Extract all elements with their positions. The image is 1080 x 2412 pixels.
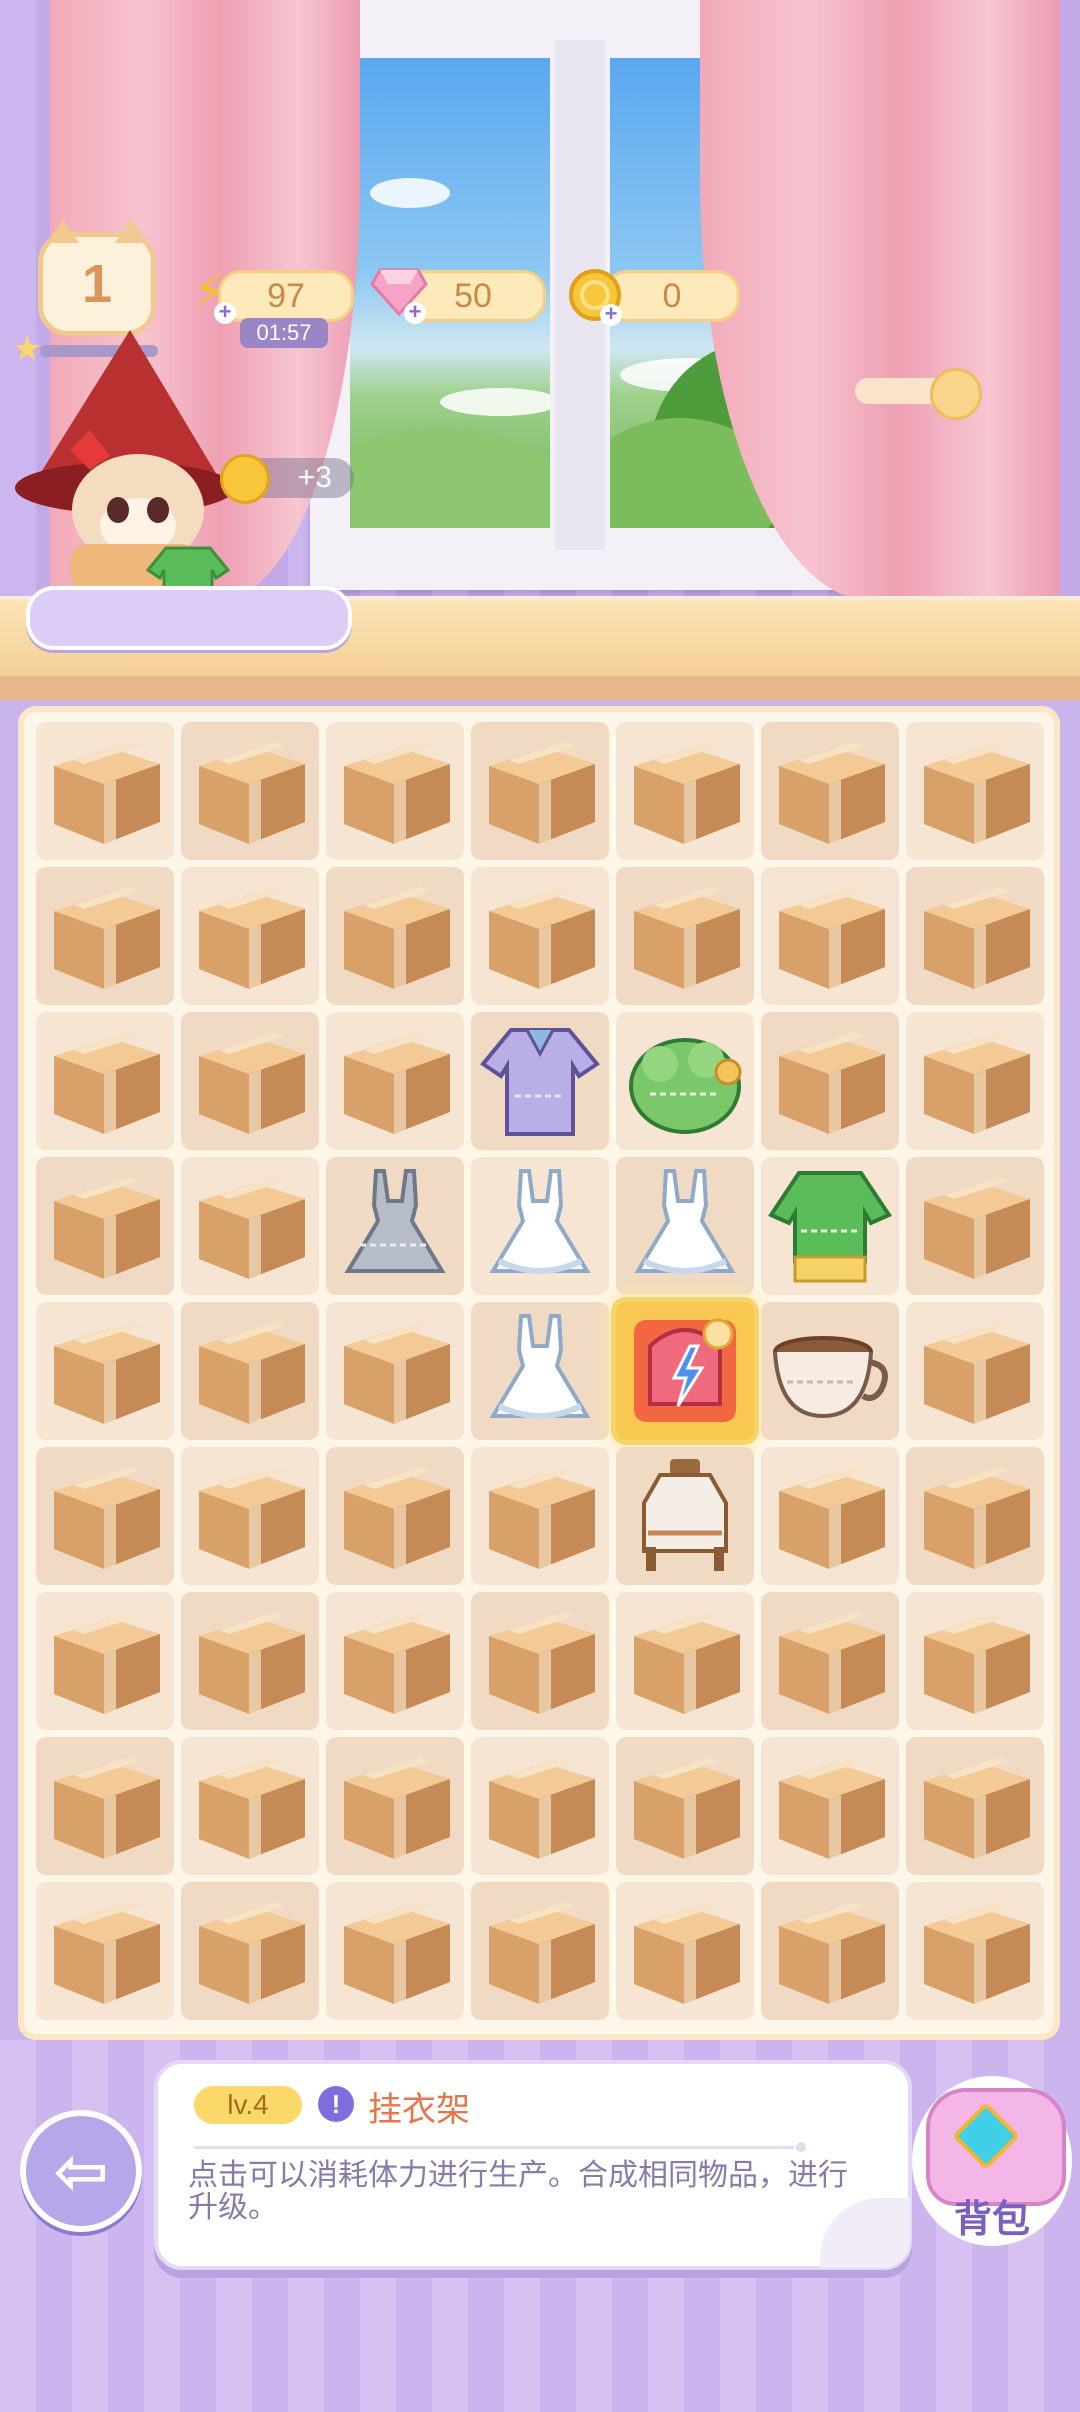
board-cell[interactable] — [906, 1447, 1044, 1585]
board-cell[interactable] — [616, 1447, 754, 1585]
board-cell[interactable] — [181, 1302, 319, 1440]
board-cell[interactable] — [471, 1737, 609, 1875]
add-energy-icon[interactable]: + — [214, 301, 236, 324]
gold-coin-icon — [220, 454, 270, 504]
board-cell[interactable] — [616, 1302, 754, 1440]
board-cell[interactable] — [326, 1302, 464, 1440]
gem-value: 50 — [454, 276, 492, 315]
board-cell[interactable] — [906, 1302, 1044, 1440]
order-reward-value: +3 — [297, 461, 332, 494]
energy-value: 97 — [267, 276, 305, 315]
board-cell[interactable] — [326, 722, 464, 860]
energy-counter[interactable]: 97 — [218, 270, 354, 322]
board-cell[interactable] — [906, 1592, 1044, 1730]
add-coins-icon[interactable]: + — [600, 303, 622, 326]
board-cell[interactable] — [761, 867, 899, 1005]
board-cell[interactable] — [181, 867, 319, 1005]
board-cell[interactable] — [906, 1882, 1044, 2020]
energy-timer: 01:57 — [240, 318, 328, 348]
info-icon[interactable]: ! — [318, 2086, 354, 2122]
board-cell[interactable] — [181, 1882, 319, 2020]
board-cell[interactable] — [36, 1737, 174, 1875]
board-grid — [36, 722, 1044, 2020]
item-name: 挂衣架 — [368, 2090, 470, 2130]
board-cell[interactable] — [471, 867, 609, 1005]
board-cell[interactable] — [616, 1737, 754, 1875]
board-cell[interactable] — [326, 867, 464, 1005]
board-cell[interactable] — [906, 1157, 1044, 1295]
board-cell[interactable] — [181, 722, 319, 860]
item-info-card: lv.4 ! 挂衣架 点击可以消耗体力进行生产。合成相同物品，进行升级。 — [154, 2060, 912, 2270]
board-cell[interactable] — [761, 1302, 899, 1440]
board-cell[interactable] — [761, 1012, 899, 1150]
board-cell[interactable] — [761, 1592, 899, 1730]
board-cell[interactable] — [616, 1157, 754, 1295]
board-cell[interactable] — [906, 722, 1044, 860]
board-cell[interactable] — [471, 722, 609, 860]
board-cell[interactable] — [616, 722, 754, 860]
board-cell[interactable] — [326, 1592, 464, 1730]
board-cell[interactable] — [906, 1012, 1044, 1150]
board-cell[interactable] — [181, 1012, 319, 1150]
item-description: 点击可以消耗体力进行生产。合成相同物品，进行升级。 — [188, 2158, 848, 2225]
board-cell[interactable] — [761, 1157, 899, 1295]
board-cell[interactable] — [471, 1882, 609, 2020]
board-cell[interactable] — [471, 1302, 609, 1440]
board-cell[interactable] — [181, 1447, 319, 1585]
board-cell[interactable] — [906, 1737, 1044, 1875]
board-cell[interactable] — [616, 1012, 754, 1150]
arrow-left-icon: ⇦ — [53, 2133, 109, 2208]
rose-ornament-icon — [930, 368, 982, 420]
board-cell[interactable] — [761, 1882, 899, 2020]
board-cell[interactable] — [761, 1737, 899, 1875]
board-cell[interactable] — [36, 1302, 174, 1440]
board-cell[interactable] — [36, 1592, 174, 1730]
board-cell[interactable] — [36, 722, 174, 860]
board-cell[interactable] — [471, 1592, 609, 1730]
board-cell[interactable] — [616, 1882, 754, 2020]
board-cell[interactable] — [471, 1447, 609, 1585]
board-cell[interactable] — [326, 1882, 464, 2020]
coin-counter[interactable]: 0 — [604, 270, 740, 322]
board-cell[interactable] — [36, 867, 174, 1005]
board-cell[interactable] — [761, 1447, 899, 1585]
board-cell[interactable] — [326, 1157, 464, 1295]
add-gems-icon[interactable]: + — [404, 301, 426, 324]
board-cell[interactable] — [471, 1157, 609, 1295]
bag-label: 背包 — [953, 2197, 1030, 2241]
board-cell[interactable] — [471, 1012, 609, 1150]
order-reward: +3 — [220, 454, 354, 504]
player-level: 1 — [81, 254, 113, 314]
board-cell[interactable] — [36, 1157, 174, 1295]
board-cell[interactable] — [181, 1592, 319, 1730]
back-button[interactable]: ⇦ — [20, 2110, 142, 2232]
board-cell[interactable] — [616, 1592, 754, 1730]
bag-button[interactable]: 背包 — [912, 2076, 1072, 2246]
board-cell[interactable] — [616, 867, 754, 1005]
board-cell[interactable] — [36, 1012, 174, 1150]
board-cell[interactable] — [36, 1882, 174, 2020]
board-cell[interactable] — [326, 1737, 464, 1875]
player-level-badge[interactable]: 1 — [38, 219, 156, 336]
board-cell[interactable] — [326, 1447, 464, 1585]
board-cell[interactable] — [906, 867, 1044, 1005]
board-cell[interactable] — [761, 722, 899, 860]
order-progress-bar — [26, 586, 352, 650]
board-cell[interactable] — [181, 1157, 319, 1295]
merge-board — [18, 706, 1060, 2040]
item-level-badge: lv.4 — [194, 2086, 302, 2124]
coin-value: 0 — [662, 276, 682, 315]
board-cell[interactable] — [326, 1012, 464, 1150]
svg-text:★: ★ — [12, 330, 42, 368]
board-cell[interactable] — [181, 1737, 319, 1875]
board-cell[interactable] — [36, 1447, 174, 1585]
